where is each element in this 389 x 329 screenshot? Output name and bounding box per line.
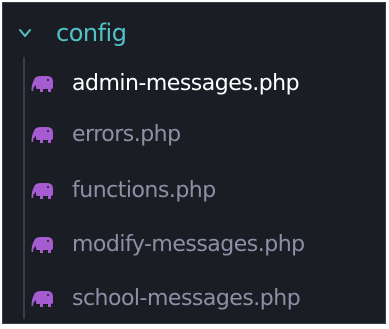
file-label: errors.php: [72, 122, 181, 147]
php-elephant-icon: [31, 291, 53, 307]
file-label: admin-messages.php: [72, 71, 300, 96]
php-elephant-icon: [31, 237, 53, 253]
file-item-admin-messages[interactable]: admin-messages.php: [3, 63, 385, 107]
php-elephant-icon: [31, 183, 53, 199]
file-item-school-messages[interactable]: school-messages.php: [3, 278, 385, 322]
file-item-functions[interactable]: functions.php: [3, 170, 385, 214]
file-label: modify-messages.php: [72, 232, 305, 257]
file-item-errors[interactable]: errors.php: [3, 114, 385, 158]
chevron-down-icon[interactable]: [17, 25, 33, 41]
file-explorer-panel: config admin-messages.php errors.php fun…: [2, 2, 386, 324]
php-elephant-icon: [31, 76, 53, 92]
file-label: functions.php: [72, 178, 216, 203]
file-item-modify-messages[interactable]: modify-messages.php: [3, 224, 385, 268]
folder-config[interactable]: config: [3, 13, 385, 55]
file-label: school-messages.php: [72, 286, 301, 311]
php-elephant-icon: [31, 127, 53, 143]
folder-name: config: [56, 19, 127, 47]
